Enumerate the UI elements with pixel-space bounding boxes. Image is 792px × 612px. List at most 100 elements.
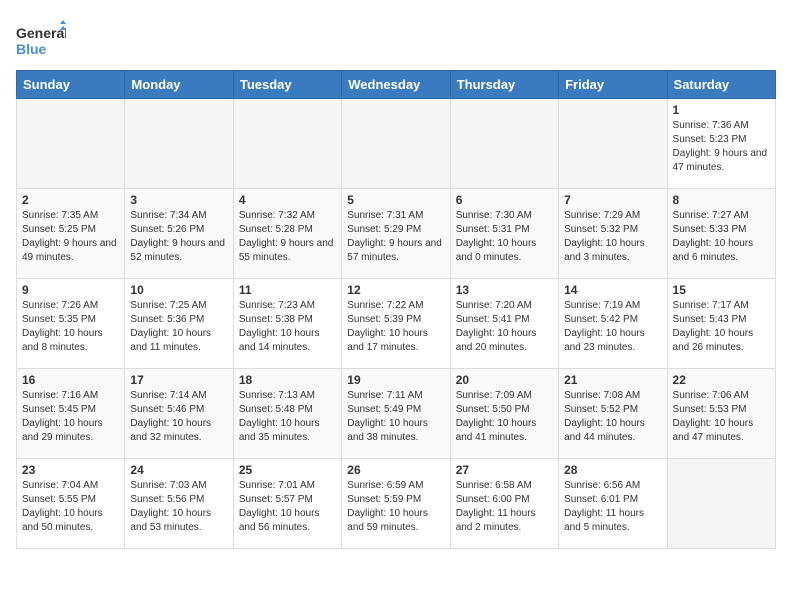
calendar-week-1: 1Sunrise: 7:36 AM Sunset: 5:23 PM Daylig… (17, 99, 776, 189)
day-number: 28 (564, 463, 661, 477)
day-number: 23 (22, 463, 119, 477)
day-info: Sunrise: 7:26 AM Sunset: 5:35 PM Dayligh… (22, 299, 119, 355)
logo: General Blue (16, 20, 66, 62)
day-info: Sunrise: 7:04 AM Sunset: 5:55 PM Dayligh… (22, 479, 119, 535)
calendar-week-4: 16 Sunrise: 7:16 AM Sunset: 5:45 PM Dayli… (17, 369, 776, 459)
calendar-cell (125, 99, 233, 189)
calendar-week-5: 23 Sunrise: 7:04 AM Sunset: 5:55 PM Dayli… (17, 459, 776, 549)
calendar-table: SundayMondayTuesdayWednesdayThursdayFrid… (16, 70, 776, 549)
calendar-cell: 4 Sunrise: 7:32 AM Sunset: 5:28 PM Daylig… (233, 189, 341, 279)
calendar-cell: 18 Sunrise: 7:13 AM Sunset: 5:48 PM Dayli… (233, 369, 341, 459)
day-number: 26 (347, 463, 444, 477)
day-info: Sunrise: 7:29 AM Sunset: 5:32 PM Dayligh… (564, 209, 661, 265)
day-number: 17 (130, 373, 227, 387)
day-number: 4 (239, 193, 336, 207)
day-info: Sunrise: 7:20 AM Sunset: 5:41 PM Dayligh… (456, 299, 553, 355)
day-number: 19 (347, 373, 444, 387)
day-number: 5 (347, 193, 444, 207)
calendar-cell: 16 Sunrise: 7:16 AM Sunset: 5:45 PM Dayli… (17, 369, 125, 459)
day-info: Sunrise: 7:30 AM Sunset: 5:31 PM Dayligh… (456, 209, 553, 265)
day-info: Sunrise: 6:58 AM Sunset: 6:00 PM Dayligh… (456, 479, 553, 535)
svg-text:Blue: Blue (16, 41, 47, 57)
weekday-header-row: SundayMondayTuesdayWednesdayThursdayFrid… (17, 71, 776, 99)
calendar-cell (342, 99, 450, 189)
weekday-header-wednesday: Wednesday (342, 71, 450, 99)
calendar-week-3: 9 Sunrise: 7:26 AM Sunset: 5:35 PM Daylig… (17, 279, 776, 369)
day-number: 18 (239, 373, 336, 387)
weekday-header-tuesday: Tuesday (233, 71, 341, 99)
day-number: 13 (456, 283, 553, 297)
calendar-cell: 1Sunrise: 7:36 AM Sunset: 5:23 PM Daylig… (667, 99, 775, 189)
day-info: Sunrise: 7:34 AM Sunset: 5:26 PM Dayligh… (130, 209, 227, 265)
calendar-cell (450, 99, 558, 189)
day-info: Sunrise: 7:23 AM Sunset: 5:38 PM Dayligh… (239, 299, 336, 355)
calendar-cell (559, 99, 667, 189)
calendar-cell: 26 Sunrise: 6:59 AM Sunset: 5:59 PM Dayli… (342, 459, 450, 549)
day-info: Sunrise: 7:03 AM Sunset: 5:56 PM Dayligh… (130, 479, 227, 535)
day-number: 22 (673, 373, 770, 387)
calendar-cell: 28 Sunrise: 6:56 AM Sunset: 6:01 PM Dayli… (559, 459, 667, 549)
day-number: 8 (673, 193, 770, 207)
calendar-cell (233, 99, 341, 189)
calendar-cell: 8 Sunrise: 7:27 AM Sunset: 5:33 PM Daylig… (667, 189, 775, 279)
day-number: 20 (456, 373, 553, 387)
calendar-cell: 14Sunrise: 7:19 AM Sunset: 5:42 PM Dayli… (559, 279, 667, 369)
calendar-cell: 3 Sunrise: 7:34 AM Sunset: 5:26 PM Daylig… (125, 189, 233, 279)
day-info: Sunrise: 7:17 AM Sunset: 5:43 PM Dayligh… (673, 299, 770, 355)
day-info: Sunrise: 7:16 AM Sunset: 5:45 PM Dayligh… (22, 389, 119, 445)
calendar-cell: 11 Sunrise: 7:23 AM Sunset: 5:38 PM Dayli… (233, 279, 341, 369)
calendar-cell: 9 Sunrise: 7:26 AM Sunset: 5:35 PM Daylig… (17, 279, 125, 369)
calendar-cell: 10 Sunrise: 7:25 AM Sunset: 5:36 PM Dayli… (125, 279, 233, 369)
day-info: Sunrise: 7:13 AM Sunset: 5:48 PM Dayligh… (239, 389, 336, 445)
day-info: Sunrise: 6:56 AM Sunset: 6:01 PM Dayligh… (564, 479, 661, 535)
day-number: 6 (456, 193, 553, 207)
calendar-cell: 24 Sunrise: 7:03 AM Sunset: 5:56 PM Dayli… (125, 459, 233, 549)
day-info: Sunrise: 7:35 AM Sunset: 5:25 PM Dayligh… (22, 209, 119, 265)
day-info: Sunrise: 6:59 AM Sunset: 5:59 PM Dayligh… (347, 479, 444, 535)
day-info: Sunrise: 7:11 AM Sunset: 5:49 PM Dayligh… (347, 389, 444, 445)
day-number: 24 (130, 463, 227, 477)
page-header: General Blue (16, 16, 776, 62)
day-number: 9 (22, 283, 119, 297)
day-info: Sunrise: 7:22 AM Sunset: 5:39 PM Dayligh… (347, 299, 444, 355)
day-info: Sunrise: 7:01 AM Sunset: 5:57 PM Dayligh… (239, 479, 336, 535)
day-info: Sunrise: 7:14 AM Sunset: 5:46 PM Dayligh… (130, 389, 227, 445)
day-number: 25 (239, 463, 336, 477)
logo-svg: General Blue (16, 20, 66, 62)
day-number: 7 (564, 193, 661, 207)
day-number: 15 (673, 283, 770, 297)
calendar-cell: 12Sunrise: 7:22 AM Sunset: 5:39 PM Dayli… (342, 279, 450, 369)
day-number: 2 (22, 193, 119, 207)
calendar-cell (667, 459, 775, 549)
day-info: Sunrise: 7:27 AM Sunset: 5:33 PM Dayligh… (673, 209, 770, 265)
day-info: Sunrise: 7:06 AM Sunset: 5:53 PM Dayligh… (673, 389, 770, 445)
day-info: Sunrise: 7:32 AM Sunset: 5:28 PM Dayligh… (239, 209, 336, 265)
weekday-header-monday: Monday (125, 71, 233, 99)
calendar-cell: 13 Sunrise: 7:20 AM Sunset: 5:41 PM Dayli… (450, 279, 558, 369)
day-number: 16 (22, 373, 119, 387)
calendar-cell: 6 Sunrise: 7:30 AM Sunset: 5:31 PM Daylig… (450, 189, 558, 279)
day-info: Sunrise: 7:25 AM Sunset: 5:36 PM Dayligh… (130, 299, 227, 355)
calendar-cell: 5Sunrise: 7:31 AM Sunset: 5:29 PM Daylig… (342, 189, 450, 279)
day-number: 11 (239, 283, 336, 297)
calendar-cell: 20Sunrise: 7:09 AM Sunset: 5:50 PM Dayli… (450, 369, 558, 459)
day-number: 27 (456, 463, 553, 477)
weekday-header-sunday: Sunday (17, 71, 125, 99)
calendar-cell: 22 Sunrise: 7:06 AM Sunset: 5:53 PM Dayli… (667, 369, 775, 459)
calendar-cell (17, 99, 125, 189)
calendar-cell: 21Sunrise: 7:08 AM Sunset: 5:52 PM Dayli… (559, 369, 667, 459)
calendar-cell: 7 Sunrise: 7:29 AM Sunset: 5:32 PM Daylig… (559, 189, 667, 279)
day-number: 3 (130, 193, 227, 207)
weekday-header-saturday: Saturday (667, 71, 775, 99)
day-number: 10 (130, 283, 227, 297)
calendar-cell: 19 Sunrise: 7:11 AM Sunset: 5:49 PM Dayli… (342, 369, 450, 459)
weekday-header-friday: Friday (559, 71, 667, 99)
calendar-cell: 15 Sunrise: 7:17 AM Sunset: 5:43 PM Dayli… (667, 279, 775, 369)
day-info: Sunrise: 7:19 AM Sunset: 5:42 PM Dayligh… (564, 299, 661, 355)
calendar-cell: 17 Sunrise: 7:14 AM Sunset: 5:46 PM Dayli… (125, 369, 233, 459)
calendar-cell: 27 Sunrise: 6:58 AM Sunset: 6:00 PM Dayli… (450, 459, 558, 549)
calendar-cell: 2 Sunrise: 7:35 AM Sunset: 5:25 PM Daylig… (17, 189, 125, 279)
weekday-header-thursday: Thursday (450, 71, 558, 99)
calendar-cell: 23 Sunrise: 7:04 AM Sunset: 5:55 PM Dayli… (17, 459, 125, 549)
calendar-cell: 25 Sunrise: 7:01 AM Sunset: 5:57 PM Dayli… (233, 459, 341, 549)
